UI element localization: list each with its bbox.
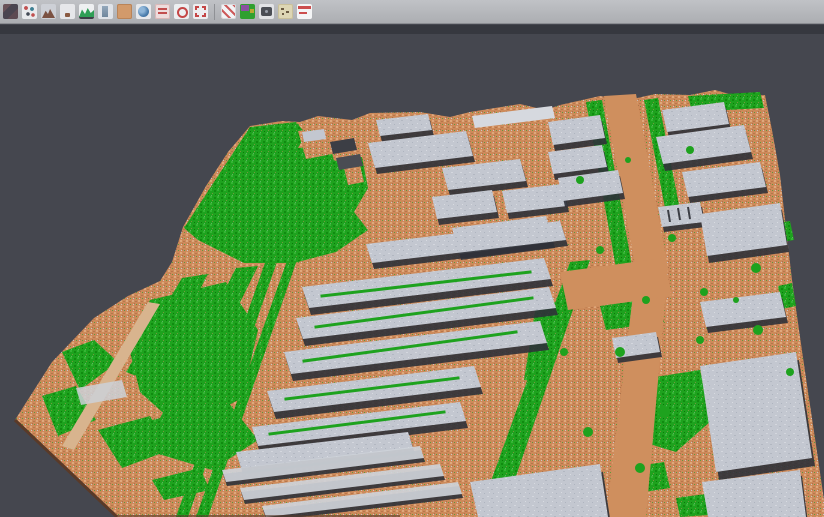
orthomosaic-icon[interactable] (117, 4, 132, 19)
viewport-top-band (0, 25, 824, 34)
classified-colors-icon[interactable] (240, 4, 255, 19)
region-bounds-icon[interactable] (193, 4, 208, 19)
dem-icon[interactable] (41, 4, 56, 19)
tie-points-icon[interactable] (22, 4, 37, 19)
3d-viewport[interactable] (0, 0, 824, 517)
classify-list-icon[interactable] (155, 4, 170, 19)
filter-points-icon[interactable] (221, 4, 236, 19)
camera-icon[interactable] (259, 4, 274, 19)
target-icon[interactable] (174, 4, 189, 19)
model-icon[interactable] (98, 4, 113, 19)
mesh-terrain-icon[interactable] (79, 4, 94, 19)
texture-icon[interactable] (278, 4, 293, 19)
marker-icon[interactable] (60, 4, 75, 19)
toolbar (0, 0, 824, 24)
measure-icon[interactable] (297, 4, 312, 19)
globe-icon[interactable] (136, 4, 151, 19)
toolbar-separator (214, 4, 215, 20)
application-window (0, 0, 824, 517)
dense-cloud-icon[interactable] (3, 4, 18, 19)
